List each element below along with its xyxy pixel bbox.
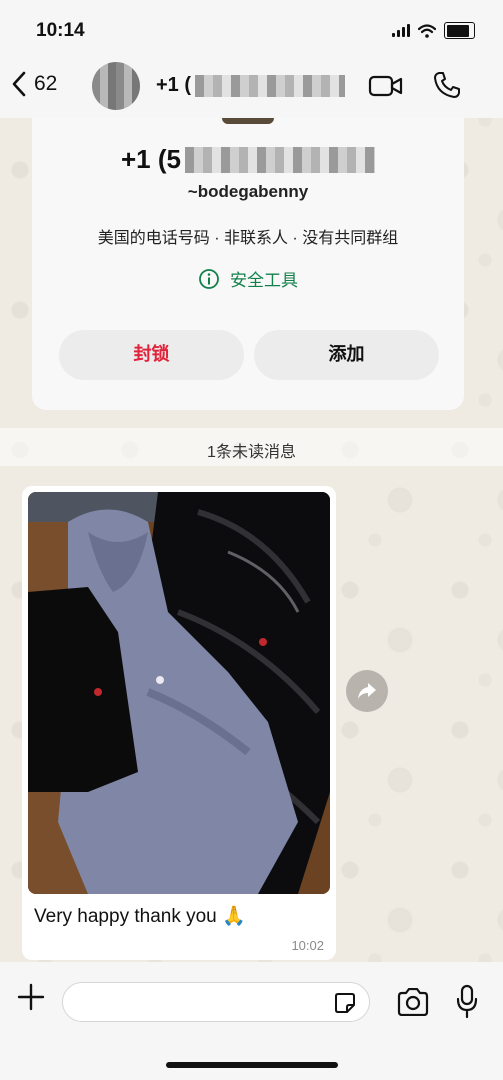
status-bar: 10:14 xyxy=(0,0,503,56)
add-contact-button[interactable]: 添加 xyxy=(254,330,439,380)
avatar[interactable] xyxy=(92,62,140,110)
redacted-phone xyxy=(195,74,346,97)
contact-phone-text: +1 (5 xyxy=(121,144,181,174)
status-time: 10:14 xyxy=(36,20,85,41)
block-button[interactable]: 封锁 xyxy=(59,330,244,380)
info-icon xyxy=(199,268,219,289)
wifi-icon xyxy=(418,23,436,38)
message-photo[interactable] xyxy=(28,492,330,894)
message-timestamp: 10:02 xyxy=(291,938,324,953)
contact-info-card: +1 (5 ~bodegabenny 美国的电话号码 · 非联系人 · 没有共同… xyxy=(32,118,464,410)
unread-chats-count: 62 xyxy=(34,72,58,95)
phone-icon[interactable] xyxy=(432,70,462,100)
forward-icon xyxy=(358,683,376,699)
safety-tools-label: 安全工具 xyxy=(230,271,298,290)
forward-button[interactable] xyxy=(346,670,388,712)
message-bubble[interactable]: Very happy thank you 🙏 10:02 xyxy=(22,486,336,960)
contact-phone: +1 (5 xyxy=(32,144,464,175)
safety-tools-link[interactable]: 安全工具 xyxy=(32,266,464,291)
status-icons xyxy=(392,22,475,39)
redacted-phone xyxy=(185,146,375,173)
contact-title-text: +1 ( xyxy=(156,74,192,96)
signal-icon xyxy=(392,24,410,37)
avatar-bottom-edge xyxy=(222,118,274,124)
clothing-photo-illustration xyxy=(28,492,330,894)
chat-header: 62 +1 ( xyxy=(0,56,503,118)
home-indicator xyxy=(166,1062,338,1068)
contact-username: ~bodegabenny xyxy=(187,182,309,201)
microphone-icon[interactable] xyxy=(455,984,479,1020)
contact-title[interactable]: +1 ( xyxy=(156,74,346,97)
unread-label: 1条未读消息 xyxy=(207,444,296,461)
battery-icon xyxy=(444,22,475,39)
plus-icon[interactable] xyxy=(16,982,46,1012)
camera-icon[interactable] xyxy=(396,988,430,1016)
back-button[interactable]: 62 xyxy=(10,70,57,98)
chevron-left-icon xyxy=(12,71,26,97)
sticker-icon[interactable] xyxy=(334,992,356,1014)
message-text: Very happy thank you 🙏 xyxy=(34,906,246,927)
contact-details: 美国的电话号码 · 非联系人 · 没有共同群组 xyxy=(97,230,399,247)
message-input[interactable] xyxy=(62,982,370,1022)
video-call-icon[interactable] xyxy=(368,74,404,98)
